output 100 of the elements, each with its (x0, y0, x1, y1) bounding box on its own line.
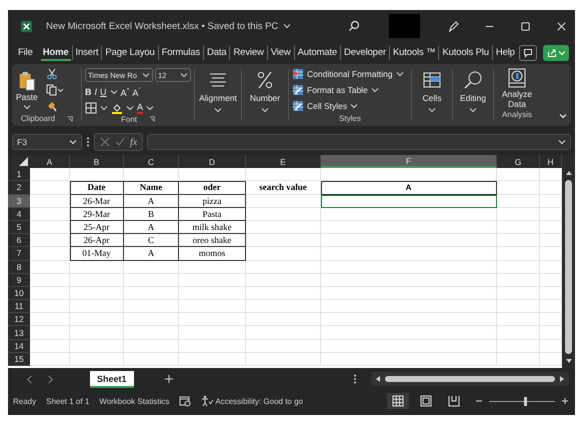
sheet-cell[interactable] (30, 168, 70, 182)
sheet-cell[interactable] (321, 300, 497, 314)
sheet-cell[interactable] (30, 313, 70, 326)
sheet-cell[interactable] (497, 234, 540, 248)
zoom-slider-thumb[interactable] (524, 396, 527, 406)
row-header[interactable]: 9 (8, 274, 30, 287)
sheet-cell[interactable]: 01-May (70, 247, 124, 260)
cancel-icon[interactable] (100, 137, 110, 147)
sheet-cell[interactable] (30, 247, 70, 260)
ribbon-tab[interactable]: Help (494, 45, 517, 61)
sheet-cell[interactable] (321, 340, 497, 353)
column-header[interactable]: B (70, 155, 124, 168)
sheet-cell[interactable] (497, 168, 540, 182)
ribbon-tab[interactable]: Kutools Plu (440, 45, 491, 61)
scrollbar-thumb[interactable] (565, 180, 572, 354)
sheet-cell[interactable] (30, 234, 70, 248)
sheet-cell[interactable] (179, 352, 246, 366)
sheet-cell[interactable] (246, 194, 321, 208)
analyze-data-button[interactable]: Analyze Data (499, 66, 535, 109)
scrollbar-thumb[interactable] (385, 376, 555, 382)
row-header[interactable]: 5 (8, 220, 30, 234)
sheet-cell[interactable] (124, 274, 179, 287)
column-header[interactable]: D (179, 155, 246, 168)
sheet-cell[interactable] (124, 286, 179, 300)
pen-icon[interactable] (447, 20, 459, 32)
sheet-cell[interactable]: C (124, 234, 179, 248)
insert-function-button[interactable]: fx (130, 136, 138, 148)
sheet-cell[interactable] (179, 286, 246, 300)
caret-icon[interactable] (146, 104, 154, 112)
sheet-cell[interactable] (179, 313, 246, 326)
sheet-cell[interactable]: Pasta (179, 208, 246, 221)
sheet-cell[interactable] (30, 286, 70, 300)
row-header[interactable]: 7 (8, 247, 30, 260)
sheet-cell[interactable] (70, 286, 124, 300)
sheet-cell[interactable] (70, 300, 124, 314)
row-header[interactable]: 3 (8, 194, 30, 208)
paste-button[interactable]: Paste (16, 68, 38, 110)
sheet-cell[interactable] (124, 326, 179, 340)
ribbon-tab[interactable]: Insert (74, 45, 100, 61)
styles-menu-button[interactable]: Cell Styles (292, 100, 408, 112)
name-box[interactable]: F3 (12, 134, 82, 150)
row-header[interactable]: 11 (8, 300, 30, 314)
comments-button[interactable] (519, 45, 537, 61)
sheet-cell[interactable] (246, 340, 321, 353)
ribbon-tab[interactable]: File (16, 45, 35, 61)
sheet-cell[interactable] (321, 260, 497, 274)
sheet-cell[interactable] (497, 260, 540, 274)
borders-icon[interactable] (85, 102, 97, 114)
sheet-cell[interactable] (497, 352, 540, 366)
sheet-cell[interactable]: Name (124, 181, 179, 195)
sheet-cell[interactable]: oreo shake (179, 234, 246, 248)
sheet-cell[interactable] (321, 220, 497, 234)
sheet-cell[interactable] (30, 352, 70, 366)
sheet-cell[interactable] (30, 340, 70, 353)
sheet-cell[interactable] (497, 208, 540, 221)
sheet-cell[interactable] (70, 340, 124, 353)
sheet-cell[interactable] (70, 168, 124, 182)
row-header[interactable]: 6 (8, 234, 30, 248)
sheet-cell[interactable] (124, 340, 179, 353)
sheet-cell[interactable] (321, 208, 497, 221)
editing-button[interactable]: Editing (460, 66, 486, 120)
sheet-cell[interactable] (497, 326, 540, 340)
sheet-cell[interactable] (497, 286, 540, 300)
sheet-cell[interactable]: milk shake (179, 220, 246, 234)
italic-button[interactable]: I (94, 86, 98, 98)
caret-icon[interactable] (283, 22, 292, 30)
styles-menu-button[interactable]: Conditional Formatting (292, 68, 408, 80)
sheet-tab[interactable]: Sheet1 (90, 370, 134, 388)
fill-color-icon[interactable] (111, 102, 123, 114)
sheet-cell[interactable]: A (124, 194, 179, 208)
sheet-cell[interactable] (497, 181, 540, 195)
sheet-cell[interactable] (321, 168, 497, 182)
select-all-icon[interactable] (19, 157, 28, 166)
next-sheet-icon[interactable] (47, 374, 54, 384)
scroll-right-icon[interactable] (558, 375, 566, 383)
scroll-up-icon[interactable] (564, 169, 572, 177)
enter-icon[interactable] (115, 137, 125, 147)
sheet-cell[interactable] (497, 313, 540, 326)
scroll-down-icon[interactable] (564, 357, 572, 365)
sheet-cell[interactable] (179, 340, 246, 353)
sheet-cell[interactable] (124, 352, 179, 366)
sheet-cell[interactable] (246, 234, 321, 248)
sheet-cell[interactable] (321, 247, 497, 260)
ribbon-tab[interactable]: Review (231, 45, 266, 61)
sheet-cell[interactable] (497, 194, 540, 208)
sheet-cell[interactable]: 25-Apr (70, 220, 124, 234)
previous-sheet-icon[interactable] (26, 374, 33, 384)
ribbon-tab[interactable]: Developer (342, 45, 388, 61)
sheet-cell[interactable]: search value (246, 181, 321, 195)
sheet-cell[interactable] (246, 313, 321, 326)
sheet-cell[interactable] (124, 260, 179, 274)
font-color-button[interactable]: A (137, 102, 144, 114)
sheet-cell[interactable] (246, 168, 321, 182)
sheet-cell[interactable] (30, 208, 70, 221)
sheet-cell[interactable] (30, 274, 70, 287)
sheet-cell[interactable] (497, 247, 540, 260)
row-header[interactable]: 8 (8, 260, 30, 274)
sheet-cell[interactable] (246, 286, 321, 300)
ribbon-tab[interactable]: Home (40, 45, 71, 61)
sheet-cell[interactable] (124, 300, 179, 314)
